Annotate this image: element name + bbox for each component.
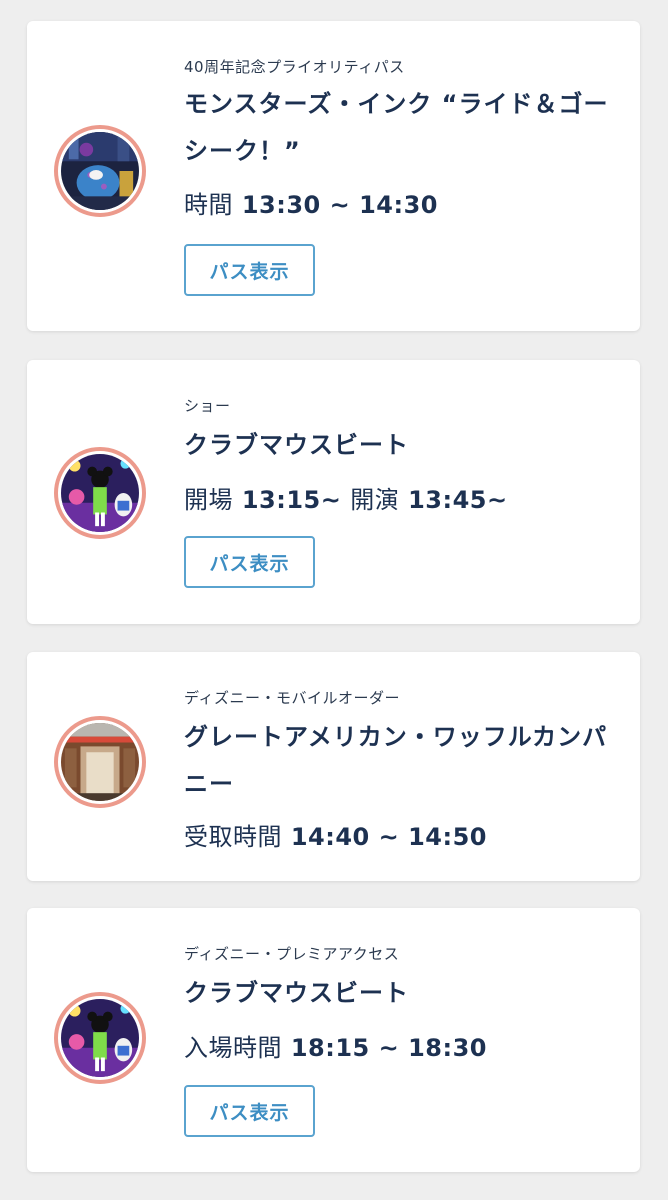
pass-card-club-mouse-beat-show: ショー クラブマウスビート 開場 13:15~ 開演 13:45~ パス表示 (27, 360, 640, 624)
restaurant-title: グレートアメリカン・ワッフルカンパニー (184, 723, 608, 798)
time-value: 13:30 ~ 14:30 (241, 191, 438, 219)
open-label: 開場 (184, 486, 233, 514)
time-label: 時間 (184, 191, 233, 219)
restaurant-thumbnail (54, 716, 146, 808)
pass-card-monsters-inc: 40周年記念プライオリティパス モンスターズ・インク “ライド＆ゴーシーク！” … (27, 21, 640, 331)
attraction-thumbnail (54, 125, 146, 217)
show-thumbnail (54, 992, 146, 1084)
order-category: ディズニー・モバイルオーダー (184, 689, 400, 707)
start-time-value: 13:45~ (408, 486, 508, 514)
pass-category: 40周年記念プライオリティパス (184, 58, 405, 76)
start-label: 開演 (350, 486, 400, 514)
entry-time: 入場時間 18:15 ~ 18:30 (184, 1028, 487, 1063)
show-title: クラブマウスビート (184, 431, 409, 459)
pass-category: ショー (184, 397, 231, 415)
show-pass-button[interactable]: パス表示 (184, 244, 315, 296)
monsters-inc-image (61, 132, 139, 210)
entry-time-value: 18:15 ~ 18:30 (290, 1034, 487, 1062)
pickup-time: 受取時間 14:40 ~ 14:50 (184, 817, 487, 852)
premier-access-card-club-mouse-beat: ディズニー・プレミアアクセス クラブマウスビート 入場時間 18:15 ~ 18… (27, 908, 640, 1172)
entry-time-label: 入場時間 (184, 1034, 282, 1062)
show-time: 開場 13:15~ 開演 13:45~ (184, 480, 508, 515)
attraction-title: モンスターズ・インク “ライド＆ゴーシーク！” (184, 90, 609, 165)
pass-category: ディズニー・プレミアアクセス (184, 945, 400, 963)
open-time-value: 13:15~ (241, 486, 342, 514)
pass-time: 時間 13:30 ~ 14:30 (184, 185, 438, 220)
show-pass-button[interactable]: パス表示 (184, 536, 315, 588)
club-mouse-beat-image (61, 454, 139, 532)
waffle-company-storefront-image (61, 723, 139, 801)
club-mouse-beat-image (61, 999, 139, 1077)
mobile-order-card-waffle-company: ディズニー・モバイルオーダー グレートアメリカン・ワッフルカンパニー 受取時間 … (27, 652, 640, 881)
show-pass-button[interactable]: パス表示 (184, 1085, 315, 1137)
pickup-time-value: 14:40 ~ 14:50 (290, 823, 487, 851)
pickup-time-label: 受取時間 (184, 823, 282, 851)
show-thumbnail (54, 447, 146, 539)
show-title: クラブマウスビート (184, 979, 409, 1007)
